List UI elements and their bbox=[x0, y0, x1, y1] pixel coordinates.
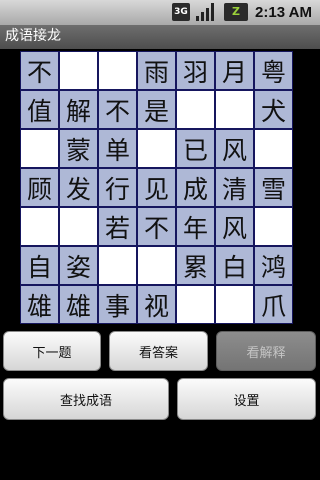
grid-cell-r3-c3[interactable]: 见 bbox=[137, 168, 176, 207]
grid-cell-r3-c1[interactable]: 发 bbox=[59, 168, 98, 207]
title-bar: 成语接龙 bbox=[0, 25, 320, 49]
grid-cell-r6-c3[interactable]: 视 bbox=[137, 285, 176, 324]
battery-icon: Z bbox=[224, 3, 248, 21]
grid-cell-r0-c1[interactable] bbox=[59, 51, 98, 90]
settings-button[interactable]: 设置 bbox=[177, 378, 316, 420]
grid-cell-r5-c5[interactable]: 白 bbox=[215, 246, 254, 285]
grid-cell-r5-c1[interactable]: 姿 bbox=[59, 246, 98, 285]
grid-cell-r6-c2[interactable]: 事 bbox=[98, 285, 137, 324]
grid-cell-r1-c6[interactable]: 犬 bbox=[254, 90, 293, 129]
grid-cell-r0-c5[interactable]: 月 bbox=[215, 51, 254, 90]
grid-cell-r4-c1[interactable] bbox=[59, 207, 98, 246]
grid-cell-r1-c2[interactable]: 不 bbox=[98, 90, 137, 129]
grid-cell-r4-c6[interactable] bbox=[254, 207, 293, 246]
grid-cell-r0-c2[interactable] bbox=[98, 51, 137, 90]
grid-cell-r0-c3[interactable]: 雨 bbox=[137, 51, 176, 90]
show-answer-button[interactable]: 看答案 bbox=[109, 331, 208, 371]
grid-cell-r4-c4[interactable]: 年 bbox=[176, 207, 215, 246]
grid-cell-r5-c3[interactable] bbox=[137, 246, 176, 285]
grid-cell-r2-c1[interactable]: 蒙 bbox=[59, 129, 98, 168]
grid-cell-r6-c4[interactable] bbox=[176, 285, 215, 324]
grid-cell-r3-c5[interactable]: 清 bbox=[215, 168, 254, 207]
grid-cell-r2-c4[interactable]: 已 bbox=[176, 129, 215, 168]
status-bar: 3G Z 2:13 AM bbox=[0, 0, 320, 25]
idiom-grid: 不雨羽月粤值解不是犬蒙单已风顾发行见成清雪若不年风自姿累白鸿雄雄事视爪 bbox=[20, 51, 293, 324]
grid-cell-r5-c6[interactable]: 鸿 bbox=[254, 246, 293, 285]
grid-cell-r1-c5[interactable] bbox=[215, 90, 254, 129]
grid-cell-r0-c0[interactable]: 不 bbox=[20, 51, 59, 90]
app-title: 成语接龙 bbox=[5, 28, 61, 44]
grid-cell-r1-c3[interactable]: 是 bbox=[137, 90, 176, 129]
grid-cell-r2-c2[interactable]: 单 bbox=[98, 129, 137, 168]
grid-cell-r2-c0[interactable] bbox=[20, 129, 59, 168]
grid-cell-r3-c6[interactable]: 雪 bbox=[254, 168, 293, 207]
signal-strength-icon bbox=[196, 3, 216, 21]
grid-cell-r3-c4[interactable]: 成 bbox=[176, 168, 215, 207]
grid-cell-r3-c0[interactable]: 顾 bbox=[20, 168, 59, 207]
network-3g-icon: 3G bbox=[172, 3, 190, 21]
grid-cell-r4-c5[interactable]: 风 bbox=[215, 207, 254, 246]
grid-cell-r5-c2[interactable] bbox=[98, 246, 137, 285]
grid-cell-r1-c1[interactable]: 解 bbox=[59, 90, 98, 129]
show-explanation-button[interactable]: 看解释 bbox=[216, 331, 316, 371]
grid-cell-r1-c0[interactable]: 值 bbox=[20, 90, 59, 129]
next-question-button[interactable]: 下一题 bbox=[3, 331, 101, 371]
grid-cell-r3-c2[interactable]: 行 bbox=[98, 168, 137, 207]
grid-cell-r2-c5[interactable]: 风 bbox=[215, 129, 254, 168]
find-idiom-button[interactable]: 查找成语 bbox=[3, 378, 169, 420]
grid-cell-r6-c5[interactable] bbox=[215, 285, 254, 324]
grid-cell-r0-c4[interactable]: 羽 bbox=[176, 51, 215, 90]
grid-cell-r2-c3[interactable] bbox=[137, 129, 176, 168]
grid-cell-r5-c4[interactable]: 累 bbox=[176, 246, 215, 285]
grid-cell-r6-c6[interactable]: 爪 bbox=[254, 285, 293, 324]
grid-cell-r2-c6[interactable] bbox=[254, 129, 293, 168]
grid-cell-r4-c2[interactable]: 若 bbox=[98, 207, 137, 246]
status-time: 2:13 AM bbox=[255, 4, 312, 21]
grid-cell-r1-c4[interactable] bbox=[176, 90, 215, 129]
grid-cell-r4-c3[interactable]: 不 bbox=[137, 207, 176, 246]
grid-cell-r6-c0[interactable]: 雄 bbox=[20, 285, 59, 324]
grid-cell-r0-c6[interactable]: 粤 bbox=[254, 51, 293, 90]
grid-cell-r5-c0[interactable]: 自 bbox=[20, 246, 59, 285]
grid-cell-r4-c0[interactable] bbox=[20, 207, 59, 246]
grid-cell-r6-c1[interactable]: 雄 bbox=[59, 285, 98, 324]
